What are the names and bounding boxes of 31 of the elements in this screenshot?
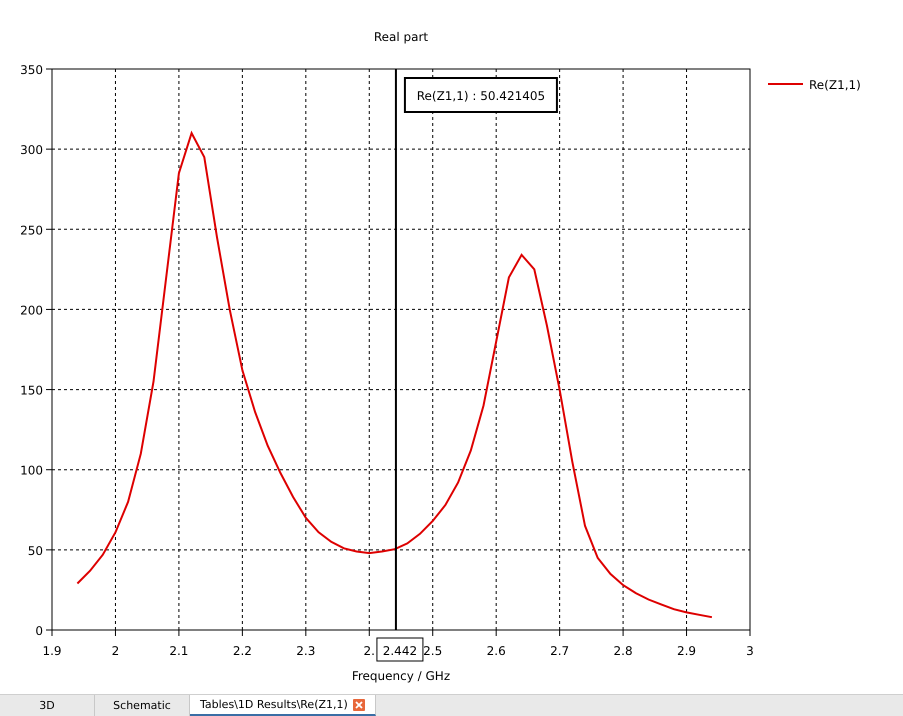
y-tick-label: 250: [20, 223, 43, 238]
y-tick-label: 350: [20, 63, 43, 77]
x-tick-label: 2.7: [550, 644, 570, 658]
x-tick-label: 2.: [364, 644, 375, 658]
chart-title: Real part: [374, 30, 428, 44]
legend-label: Re(Z1,1): [809, 78, 861, 92]
x-tick-label: 3: [746, 644, 754, 658]
x-tick-label: 1.9: [42, 644, 62, 658]
cursor-x-value: 2.442: [382, 644, 418, 658]
y-tick-label: 150: [20, 384, 43, 398]
legend-line: [768, 83, 803, 85]
x-tick-label: 2.5: [423, 644, 442, 658]
x-tick-label: 2.8: [614, 644, 633, 658]
tab[interactable]: Tables\1D Results\Re(Z1,1): [190, 695, 376, 716]
x-tick-label: 2.1: [169, 644, 188, 658]
x-axis-label: Frequency / GHz: [352, 669, 450, 683]
x-tick-label: 2.9: [677, 644, 696, 658]
readout-text: Re(Z1,1) : 50.421405: [416, 89, 546, 103]
x-tick-label: 2: [112, 644, 120, 658]
close-icon[interactable]: [352, 698, 365, 710]
y-tick-label: 200: [20, 303, 43, 318]
y-tick-label: 100: [20, 464, 43, 478]
y-tick-label: 0: [35, 624, 43, 638]
x-tick-label: 2.6: [486, 644, 506, 658]
y-tick-label: 50: [28, 544, 43, 558]
tab[interactable]: 3D: [0, 695, 95, 716]
cursor-x-box: [376, 638, 424, 662]
x-tick-label: 2.3: [296, 644, 316, 658]
y-tick-label: 300: [20, 143, 43, 158]
cursor-line[interactable]: [394, 69, 397, 630]
x-tick-label: 2.2: [232, 644, 252, 658]
